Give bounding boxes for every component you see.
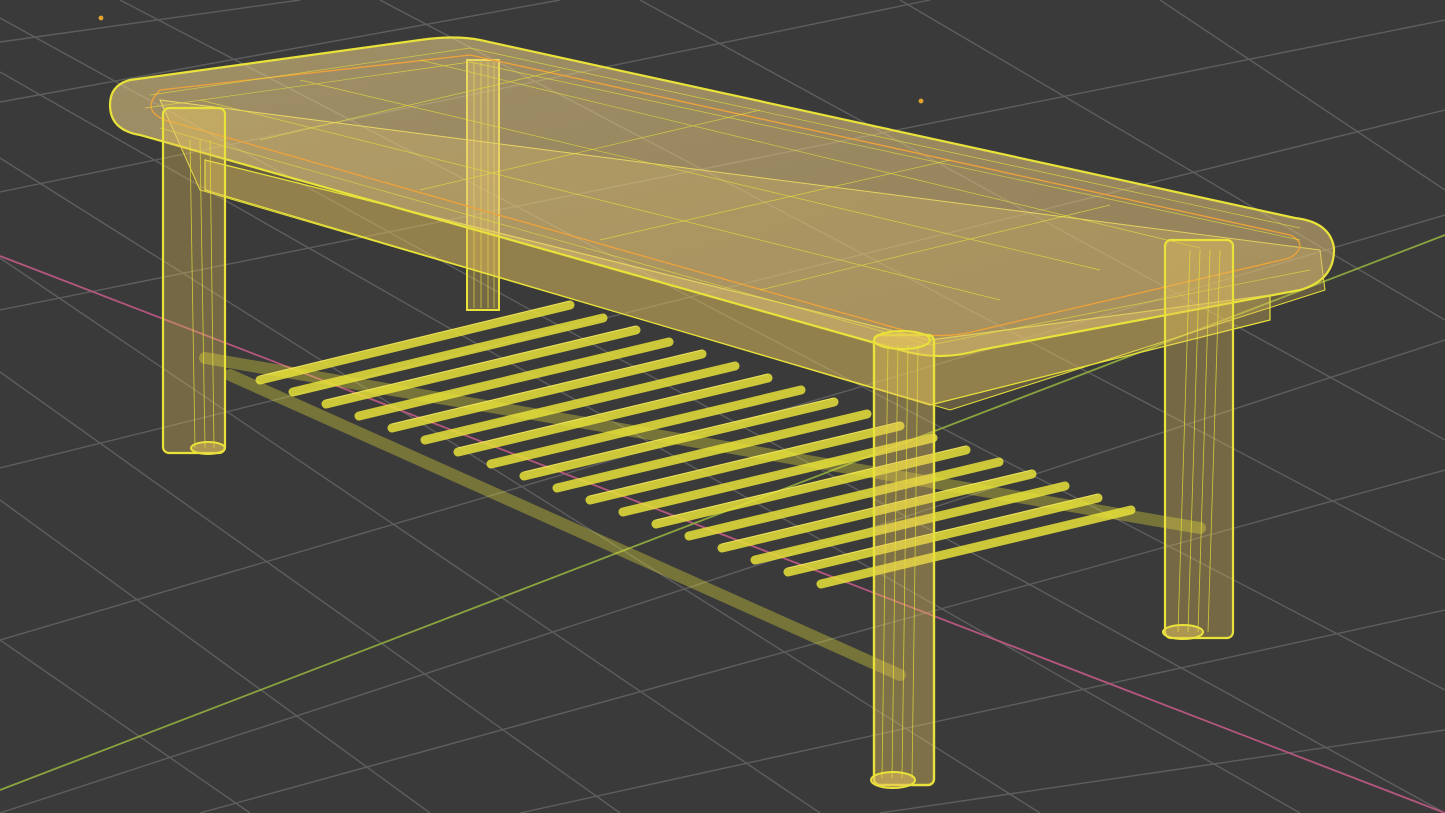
tabletop[interactable] <box>108 36 1336 411</box>
leg-rear-right[interactable] <box>1162 238 1235 640</box>
coffee-table-object[interactable] <box>108 36 1336 789</box>
viewport-canvas[interactable] <box>0 0 1445 813</box>
leg-front-right[interactable] <box>870 330 936 789</box>
3d-viewport[interactable] <box>0 0 1445 813</box>
dot-icon[interactable] <box>98 15 104 21</box>
dot-icon[interactable] <box>918 98 924 104</box>
leg-front-left[interactable] <box>161 106 227 455</box>
